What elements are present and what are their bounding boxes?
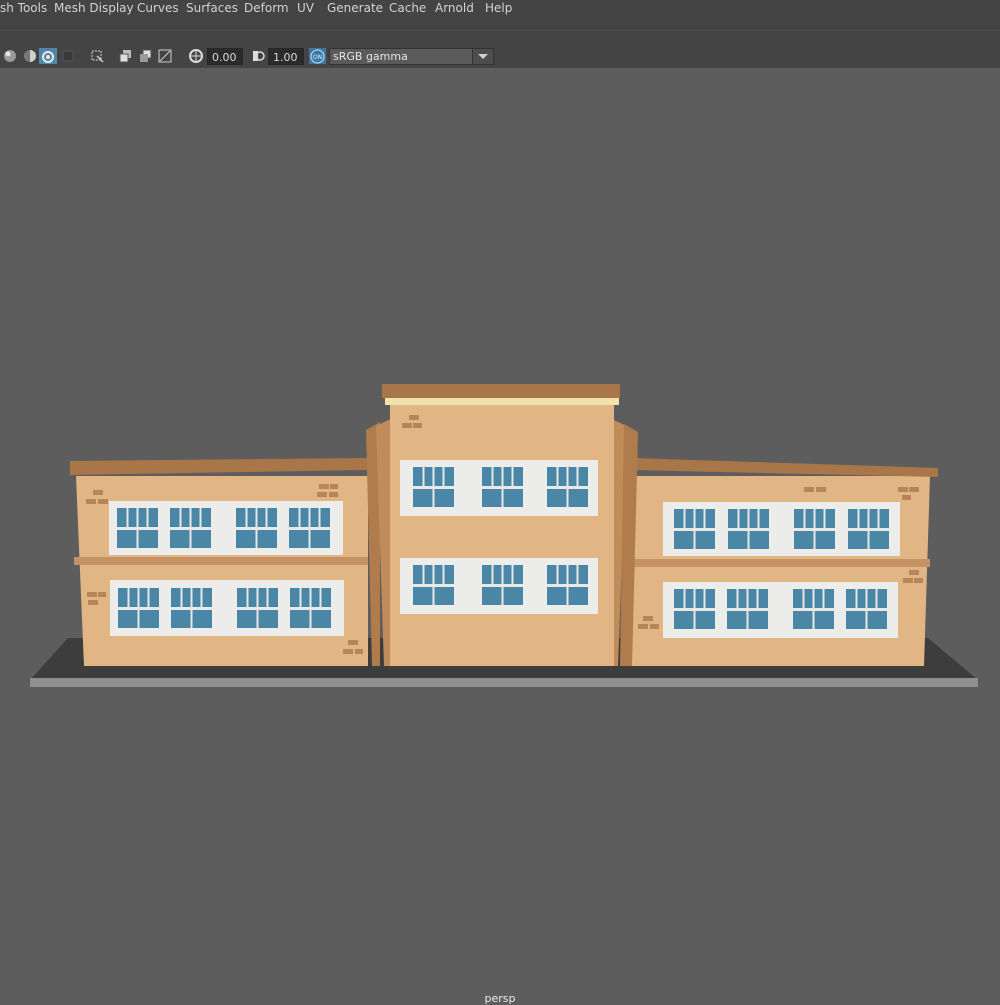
left-wing-windows-upper [109,501,343,555]
camera-name-label: persp [484,992,516,1005]
scene-render [30,384,978,687]
isolate-select-icon[interactable] [39,48,57,64]
color-management-badge-text: ON [313,54,322,61]
gamma-icon[interactable] [250,48,266,64]
motion-blur-icon[interactable] [138,48,154,64]
wireframe-toggle-icon[interactable] [60,48,76,64]
menu-bar: sh Tools Mesh Display Curves Surfaces De… [0,0,1000,29]
xray-icon[interactable] [89,48,105,64]
menu-cache[interactable]: Cache [389,1,426,17]
exposure-field[interactable]: 0.00 [207,48,243,65]
center-windows-upper [400,460,598,516]
exposure-icon[interactable] [188,48,204,64]
colorspace-dropdown[interactable]: sRGB gamma [329,48,494,65]
colorspace-label: sRGB gamma [333,50,408,63]
right-wing-windows-lower [663,582,898,638]
menu-uv[interactable]: UV [297,1,314,17]
3d-viewport[interactable] [0,68,1000,1000]
left-wing-windows-lower [110,580,344,636]
menu-arnold[interactable]: Arnold [435,1,474,17]
right-wing-windows-upper [663,502,900,556]
colorspace-dropdown-button[interactable] [472,49,493,64]
menu-surfaces[interactable]: Surfaces [186,1,238,17]
dropdown-arrow-icon [478,54,488,59]
menu-mesh-display[interactable]: Mesh Display [54,1,134,17]
menu-generate[interactable]: Generate [327,1,383,17]
menu-help[interactable]: Help [485,1,512,17]
color-management-icon[interactable]: ON [309,48,326,64]
menu-mesh-tools[interactable]: sh Tools [0,1,47,17]
shaded-sphere-icon[interactable] [2,48,18,64]
gamma-field[interactable]: 1.00 [268,48,304,65]
lit-sphere-icon[interactable] [22,48,38,64]
anti-alias-icon[interactable] [157,48,173,64]
menu-curves[interactable]: Curves [137,1,179,17]
menu-deform[interactable]: Deform [244,1,289,17]
center-windows-lower [400,558,598,614]
screen-space-ao-icon[interactable] [118,48,134,64]
